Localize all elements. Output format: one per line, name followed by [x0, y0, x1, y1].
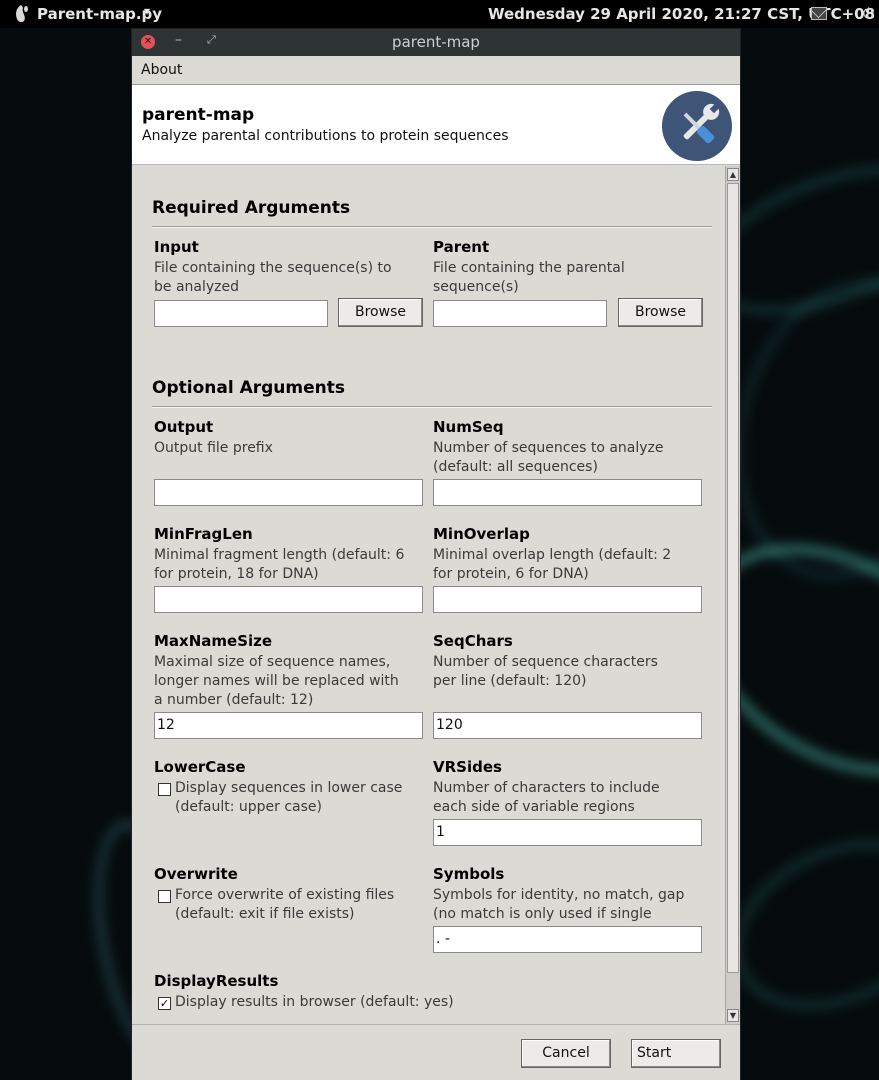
minoverlap-help: Minimal overlap length (default: 2 for p…	[433, 547, 672, 582]
chevron-down-icon[interactable]: ▾	[144, 4, 150, 18]
wrench-screwdriver-icon	[662, 91, 732, 161]
lowercase-checkbox-label[interactable]: Display sequences in lower case (default…	[175, 779, 405, 817]
gnome-foot-icon[interactable]	[12, 4, 30, 24]
displayresults-label: DisplayResults	[154, 972, 279, 990]
numseq-help: Number of sequences to analyze (default:…	[433, 440, 664, 475]
start-button[interactable]: Start	[631, 1039, 721, 1068]
arguments-panel: Required Arguments Input File containing…	[132, 166, 726, 1024]
parent-help: File containing the parental sequence(s)	[433, 260, 625, 295]
output-label: Output	[154, 418, 214, 436]
minfraglen-field[interactable]	[154, 586, 423, 613]
displayresults-checkbox[interactable]: ✓	[158, 997, 171, 1010]
symbols-field[interactable]: . -	[433, 926, 702, 953]
parent-browse-button[interactable]: Browse	[618, 298, 703, 327]
lowercase-label: LowerCase	[154, 758, 246, 776]
top-panel: Parent-map.py ▾ Wednesday 29 April 2020,…	[0, 0, 879, 28]
overwrite-checkbox-label[interactable]: Force overwrite of existing files (defau…	[175, 886, 405, 924]
input-label: Input	[154, 238, 199, 256]
cancel-button[interactable]: Cancel	[521, 1039, 611, 1068]
displayresults-checkbox-label[interactable]: Display results in browser (default: yes…	[175, 993, 475, 1012]
input-file-field[interactable]	[154, 300, 328, 327]
program-title: parent-map	[142, 105, 255, 125]
scrollbar-thumb[interactable]	[727, 183, 739, 973]
parent-file-field[interactable]	[433, 300, 607, 327]
dialog-footer: Cancel Start	[132, 1024, 740, 1080]
vrsides-field[interactable]: 1	[433, 819, 702, 846]
seqchars-field[interactable]: 120	[433, 712, 702, 739]
parent-label: Parent	[433, 238, 490, 256]
input-help: File containing the sequence(s) to be an…	[154, 260, 392, 295]
maxnamesize-help: Maximal size of sequence names, longer n…	[154, 654, 399, 708]
mail-icon[interactable]	[811, 7, 827, 20]
minfraglen-help: Minimal fragment length (default: 6 for …	[154, 547, 405, 582]
maxnamesize-label: MaxNameSize	[154, 632, 273, 650]
numseq-label: NumSeq	[433, 418, 504, 436]
app-window: ✕ – ⤢ parent-map About parent-map Analyz…	[131, 28, 741, 1080]
window-titlebar[interactable]: ✕ – ⤢ parent-map	[132, 29, 740, 56]
output-help: Output file prefix	[154, 440, 273, 456]
numseq-field[interactable]	[433, 479, 702, 506]
program-header: parent-map Analyze parental contribution…	[132, 85, 740, 165]
optional-section-title: Optional Arguments	[152, 378, 345, 398]
overwrite-checkbox[interactable]	[158, 890, 171, 903]
vrsides-label: VRSides	[433, 758, 502, 776]
minfraglen-label: MinFragLen	[154, 525, 253, 543]
menubar: About	[132, 56, 740, 85]
seqchars-label: SeqChars	[433, 632, 513, 650]
section-divider	[152, 226, 712, 228]
power-icon[interactable]: ⏻	[863, 6, 874, 22]
seqchars-help: Number of sequence characters per line (…	[433, 654, 658, 689]
input-browse-button[interactable]: Browse	[338, 298, 423, 327]
vertical-scrollbar[interactable]: ▲ ▼	[725, 166, 740, 1024]
maxnamesize-field[interactable]: 12	[154, 712, 423, 739]
overwrite-label: Overwrite	[154, 865, 238, 883]
minoverlap-field[interactable]	[433, 586, 702, 613]
program-description: Analyze parental contributions to protei…	[142, 128, 509, 144]
scroll-down-arrow-icon[interactable]: ▼	[727, 1009, 739, 1022]
section-divider	[152, 406, 712, 408]
symbols-label: Symbols	[433, 865, 505, 883]
minoverlap-label: MinOverlap	[433, 525, 530, 543]
output-field[interactable]	[154, 479, 423, 506]
scroll-up-arrow-icon[interactable]: ▲	[727, 168, 739, 181]
menu-about[interactable]: About	[141, 62, 182, 78]
required-section-title: Required Arguments	[152, 198, 351, 218]
lowercase-checkbox[interactable]	[158, 783, 171, 796]
window-title: parent-map	[392, 33, 480, 51]
